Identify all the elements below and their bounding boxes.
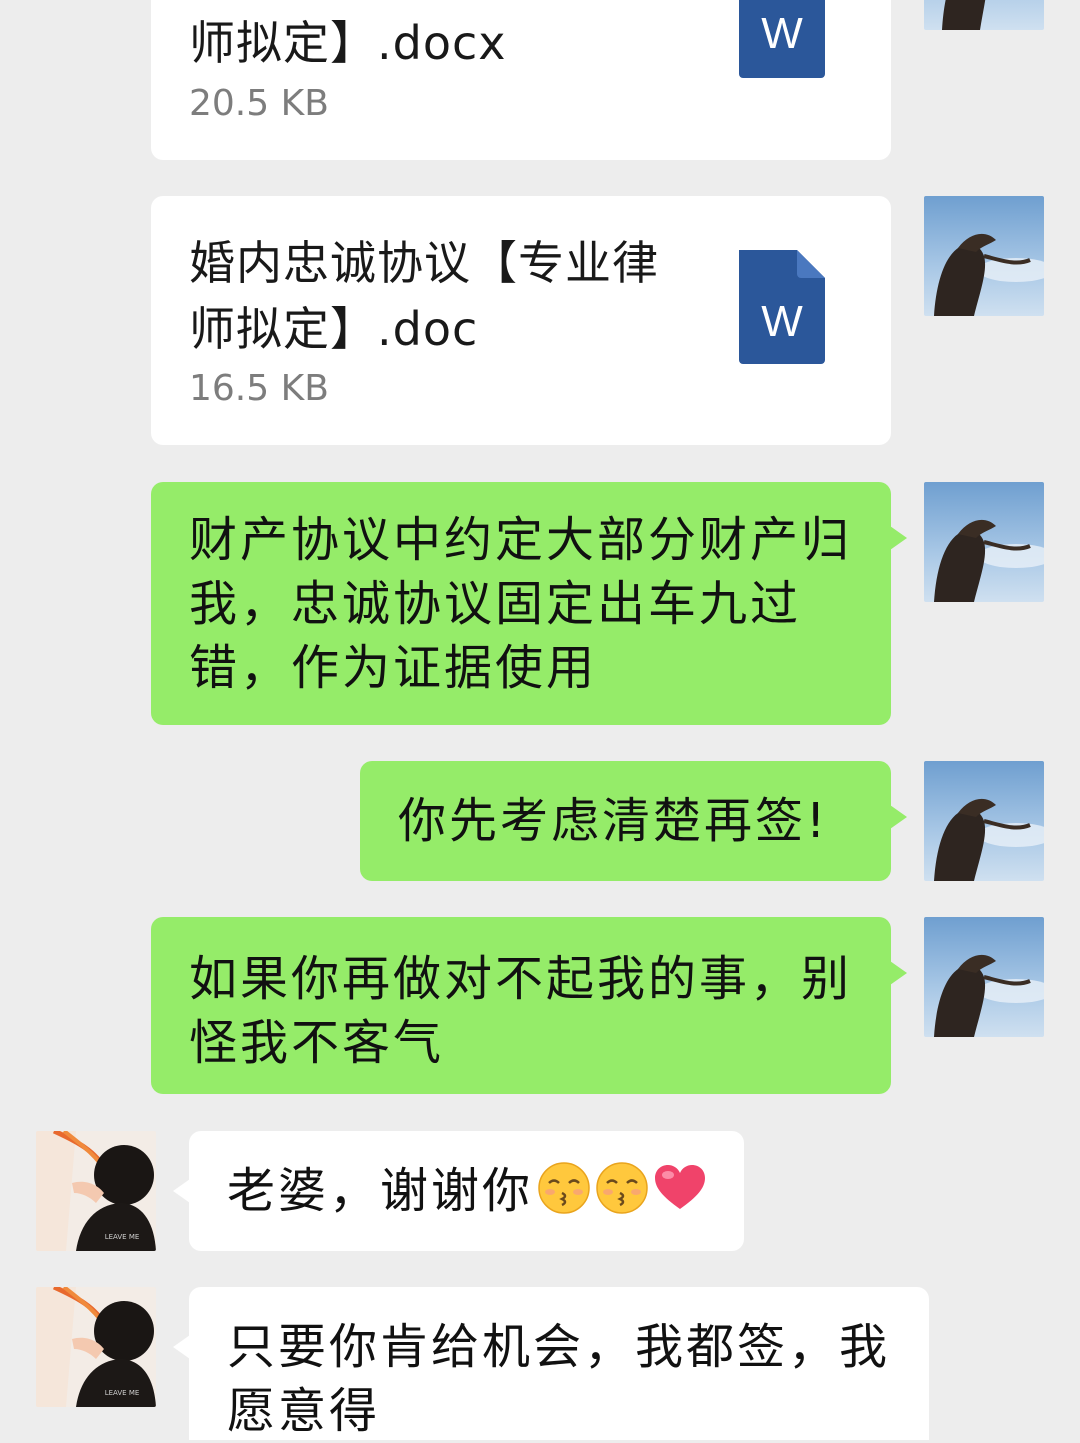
self-avatar[interactable] — [924, 0, 1044, 30]
file-name: 婚内忠诚协议【专业律师拟定】.doc — [189, 236, 659, 356]
self-avatar[interactable] — [924, 196, 1044, 316]
word-doc-icon: W — [739, 250, 825, 364]
sent-message-bubble[interactable]: 你先考虑清楚再签! — [360, 761, 907, 881]
self-avatar[interactable] — [924, 761, 1044, 881]
contact-avatar[interactable]: LEAVE ME — [36, 1287, 156, 1407]
kissing-face-emoji — [537, 1161, 591, 1215]
file-size: 20.5 KB — [189, 83, 329, 124]
svg-text:LEAVE ME: LEAVE ME — [105, 1389, 140, 1397]
svg-text:LEAVE ME: LEAVE ME — [105, 1233, 140, 1241]
message-text: 只要你肯给机会，我都签，我愿意得 — [227, 1319, 891, 1439]
word-letter: W — [761, 9, 803, 58]
message-content: 老婆，谢谢你 — [227, 1159, 718, 1223]
contact-avatar[interactable]: LEAVE ME — [36, 1131, 156, 1251]
received-message-bubble[interactable]: 只要你肯给机会，我都签，我愿意得 — [173, 1287, 929, 1440]
red-heart-emoji — [653, 1161, 707, 1215]
self-avatar[interactable] — [924, 917, 1044, 1037]
received-message-bubble[interactable]: 老婆，谢谢你 — [173, 1131, 744, 1251]
sent-message-bubble[interactable]: 财产协议中约定大部分财产归我，忠诚协议固定出车九过错，作为证据使用 — [151, 482, 907, 725]
word-letter: W — [761, 297, 803, 346]
word-doc-icon: W — [739, 0, 825, 78]
chat-message-list[interactable]: 师拟定】.docx 20.5 KB W 婚内忠诚协议【专业律师拟定】.doc 1… — [0, 0, 1080, 1440]
file-message-bubble[interactable]: 师拟定】.docx 20.5 KB W — [151, 0, 891, 160]
file-name: 师拟定】.docx — [189, 16, 507, 70]
sent-message-bubble[interactable]: 如果你再做对不起我的事，别怪我不客气 — [151, 917, 907, 1094]
file-size: 16.5 KB — [189, 368, 329, 409]
message-text: 老婆，谢谢你 — [227, 1163, 534, 1219]
message-text: 你先考虑清楚再签! — [398, 793, 829, 849]
message-text: 财产协议中约定大部分财产归我，忠诚协议固定出车九过错，作为证据使用 — [189, 512, 853, 696]
kissing-face-emoji — [595, 1161, 649, 1215]
file-message-bubble[interactable]: 婚内忠诚协议【专业律师拟定】.doc 16.5 KB W — [151, 196, 891, 445]
message-text: 如果你再做对不起我的事，别怪我不客气 — [189, 951, 853, 1071]
self-avatar[interactable] — [924, 482, 1044, 602]
